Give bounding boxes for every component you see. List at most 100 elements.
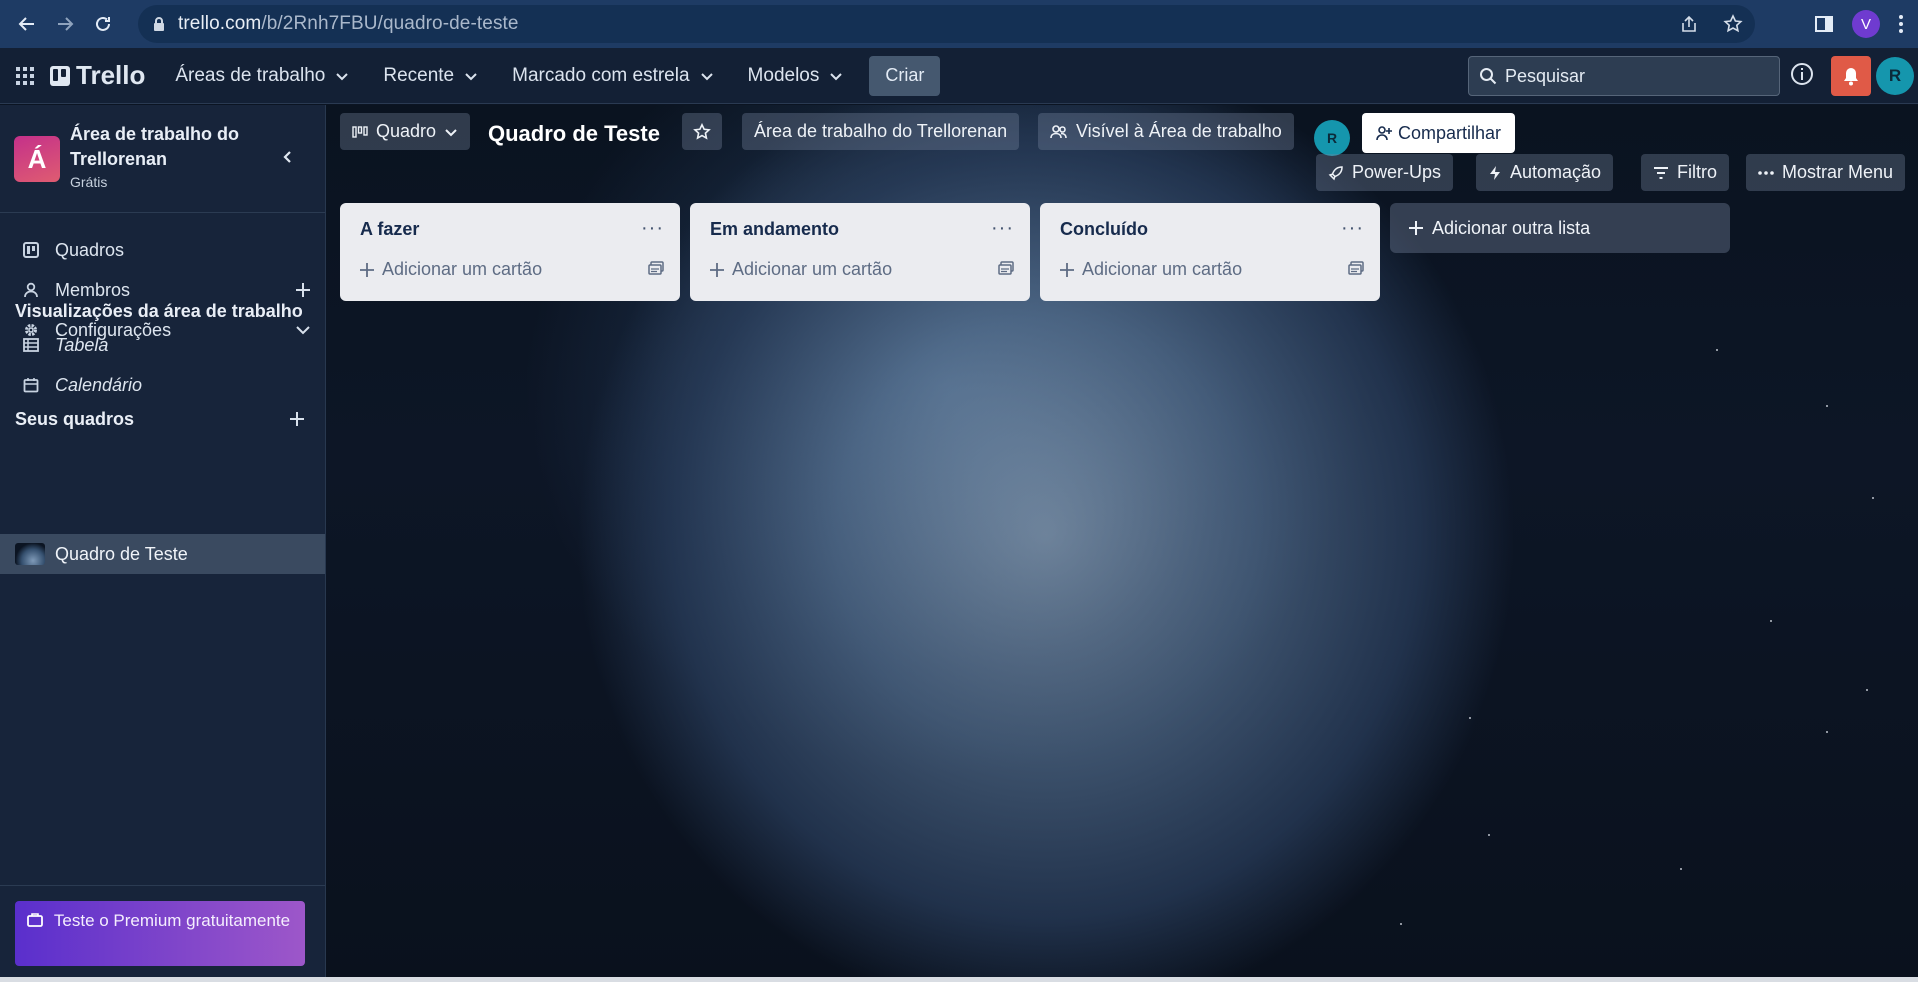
power-ups-button[interactable]: Power-Ups <box>1316 154 1454 191</box>
share-button[interactable]: Compartilhar <box>1362 113 1516 153</box>
people-icon <box>1050 124 1067 138</box>
info-icon[interactable] <box>1790 62 1814 86</box>
add-card-button[interactable]: Adicionar um cartão <box>710 259 892 280</box>
plus-icon <box>1060 262 1074 277</box>
filter-icon <box>1654 166 1668 179</box>
trello-logo-icon <box>50 65 70 86</box>
board-view-icon <box>352 125 368 138</box>
account-avatar[interactable]: R <box>1876 57 1914 95</box>
search-placeholder: Pesquisar <box>1505 65 1586 86</box>
more-icon <box>1758 170 1774 175</box>
collapse-sidebar-icon[interactable] <box>280 149 296 165</box>
sidebar-board-item[interactable]: Quadro de Teste <box>0 534 325 574</box>
menu-recent[interactable]: Recente <box>371 56 490 96</box>
reload-icon[interactable] <box>84 5 122 43</box>
workspace-views-heading: Visualizações da área de trabalho <box>15 301 303 321</box>
workspace-button[interactable]: Área de trabalho do Trellorenan <box>742 113 1020 150</box>
automation-label: Automação <box>1510 162 1602 182</box>
workspace-logo[interactable]: Á <box>14 136 60 182</box>
background-star <box>1872 497 1874 499</box>
side-panel-icon[interactable] <box>1814 14 1834 34</box>
menu-starred[interactable]: Marcado com estrela <box>500 56 725 96</box>
background-star <box>1866 689 1868 691</box>
plus-icon <box>360 262 374 277</box>
board-member-avatar[interactable]: R <box>1314 120 1350 156</box>
sidebar-item-table[interactable]: Tabela <box>0 326 325 364</box>
trello-logo[interactable]: Trello <box>50 60 145 91</box>
menu-templates[interactable]: Modelos <box>736 56 856 96</box>
background-star <box>1826 731 1828 733</box>
board-title[interactable]: Quadro de Teste <box>488 121 660 147</box>
sidebar-item-label: Quadros <box>55 239 125 260</box>
workspace-header: Á Área de trabalho do Trellorenan Grátis <box>0 105 325 213</box>
filter-button[interactable]: Filtro <box>1641 154 1729 191</box>
window-bottom-edge <box>0 977 1918 982</box>
list-column[interactable]: Concluído ··· Adicionar um cartão <box>1040 203 1380 301</box>
your-boards-heading: Seus quadros <box>15 409 135 429</box>
background-star <box>1488 834 1490 836</box>
card-template-icon[interactable] <box>998 261 1014 275</box>
star-board-button[interactable] <box>682 113 722 150</box>
board-view-switcher[interactable]: Quadro <box>340 113 471 150</box>
add-card-button[interactable]: Adicionar um cartão <box>1060 259 1242 280</box>
url-path: /b/2Rnh7FBU/quadro-de-teste <box>261 13 519 34</box>
add-member-icon[interactable] <box>295 282 311 298</box>
list-title[interactable]: A fazer <box>360 219 419 240</box>
power-ups-label: Power-Ups <box>1352 162 1442 182</box>
create-button[interactable]: Criar <box>869 55 941 96</box>
back-icon[interactable] <box>8 5 46 43</box>
forward-icon[interactable] <box>46 5 84 43</box>
card-template-icon[interactable] <box>648 261 664 275</box>
menu-workspaces-label: Áreas de trabalho <box>175 64 326 86</box>
chevron-down-icon <box>465 72 477 80</box>
add-list-button[interactable]: Adicionar outra lista <box>1390 203 1730 253</box>
show-menu-button[interactable]: Mostrar Menu <box>1746 154 1906 191</box>
sidebar-item-calendar[interactable]: Calendário <box>0 366 325 404</box>
chevron-down-icon <box>336 72 349 80</box>
list-menu-icon[interactable]: ··· <box>641 217 664 240</box>
visibility-label: Visível à Área de trabalho <box>1076 121 1282 141</box>
plus-icon <box>710 262 724 277</box>
workspace-button-label: Área de trabalho do Trellorenan <box>754 121 1008 141</box>
workspace-name[interactable]: Área de trabalho do Trellorenan <box>70 122 260 172</box>
automation-button[interactable]: Automação <box>1476 154 1614 191</box>
sidebar-item-label: Calendário <box>55 374 143 395</box>
card-template-icon[interactable] <box>1348 261 1364 275</box>
menu-workspaces[interactable]: Áreas de trabalho <box>163 56 361 96</box>
bookmark-star-icon[interactable] <box>1723 14 1743 34</box>
add-card-label: Adicionar um cartão <box>732 259 893 279</box>
browser-profile-avatar[interactable]: V <box>1852 10 1880 38</box>
app-switcher-icon[interactable] <box>0 66 50 86</box>
menu-starred-label: Marcado com estrela <box>512 64 690 86</box>
add-card-label: Adicionar um cartão <box>382 259 543 279</box>
background-star <box>1826 405 1828 407</box>
list-column[interactable]: A fazer ··· Adicionar um cartão <box>340 203 680 301</box>
premium-section: Teste o Premium gratuitamente <box>0 885 325 982</box>
lightning-icon <box>1490 165 1500 180</box>
sidebar-item-label: Tabela <box>55 334 109 355</box>
list-title[interactable]: Em andamento <box>710 219 839 240</box>
visibility-button[interactable]: Visível à Área de trabalho <box>1038 113 1294 150</box>
bell-icon <box>1844 68 1858 86</box>
rocket-icon <box>1328 165 1343 180</box>
sidebar-item-boards[interactable]: Quadros <box>0 231 325 269</box>
address-bar[interactable]: trello.com/b/2Rnh7FBU/quadro-de-teste <box>138 5 1755 43</box>
share-page-icon[interactable] <box>1679 14 1699 34</box>
board-canvas: Quadro Quadro de Teste Área de trabalho … <box>326 105 1918 982</box>
search-input[interactable]: Pesquisar <box>1468 56 1780 96</box>
try-premium-button[interactable]: Teste o Premium gratuitamente <box>15 901 305 966</box>
filter-label: Filtro <box>1677 162 1717 182</box>
list-column[interactable]: Em andamento ··· Adicionar um cartão <box>690 203 1030 301</box>
add-card-button[interactable]: Adicionar um cartão <box>360 259 542 280</box>
add-board-icon[interactable] <box>289 411 305 427</box>
chevron-down-icon <box>700 72 713 80</box>
browser-menu-icon[interactable] <box>1898 14 1904 34</box>
list-menu-icon[interactable]: ··· <box>1341 217 1364 240</box>
notifications-button[interactable] <box>1831 56 1871 96</box>
list-menu-icon[interactable]: ··· <box>991 217 1014 240</box>
list-title[interactable]: Concluído <box>1060 219 1148 240</box>
trello-header: Trello Áreas de trabalho Recente Marcado… <box>0 48 1918 104</box>
menu-recent-label: Recente <box>383 64 455 86</box>
sidebar: Á Área de trabalho do Trellorenan Grátis… <box>0 105 326 982</box>
add-card-label: Adicionar um cartão <box>1082 259 1243 279</box>
